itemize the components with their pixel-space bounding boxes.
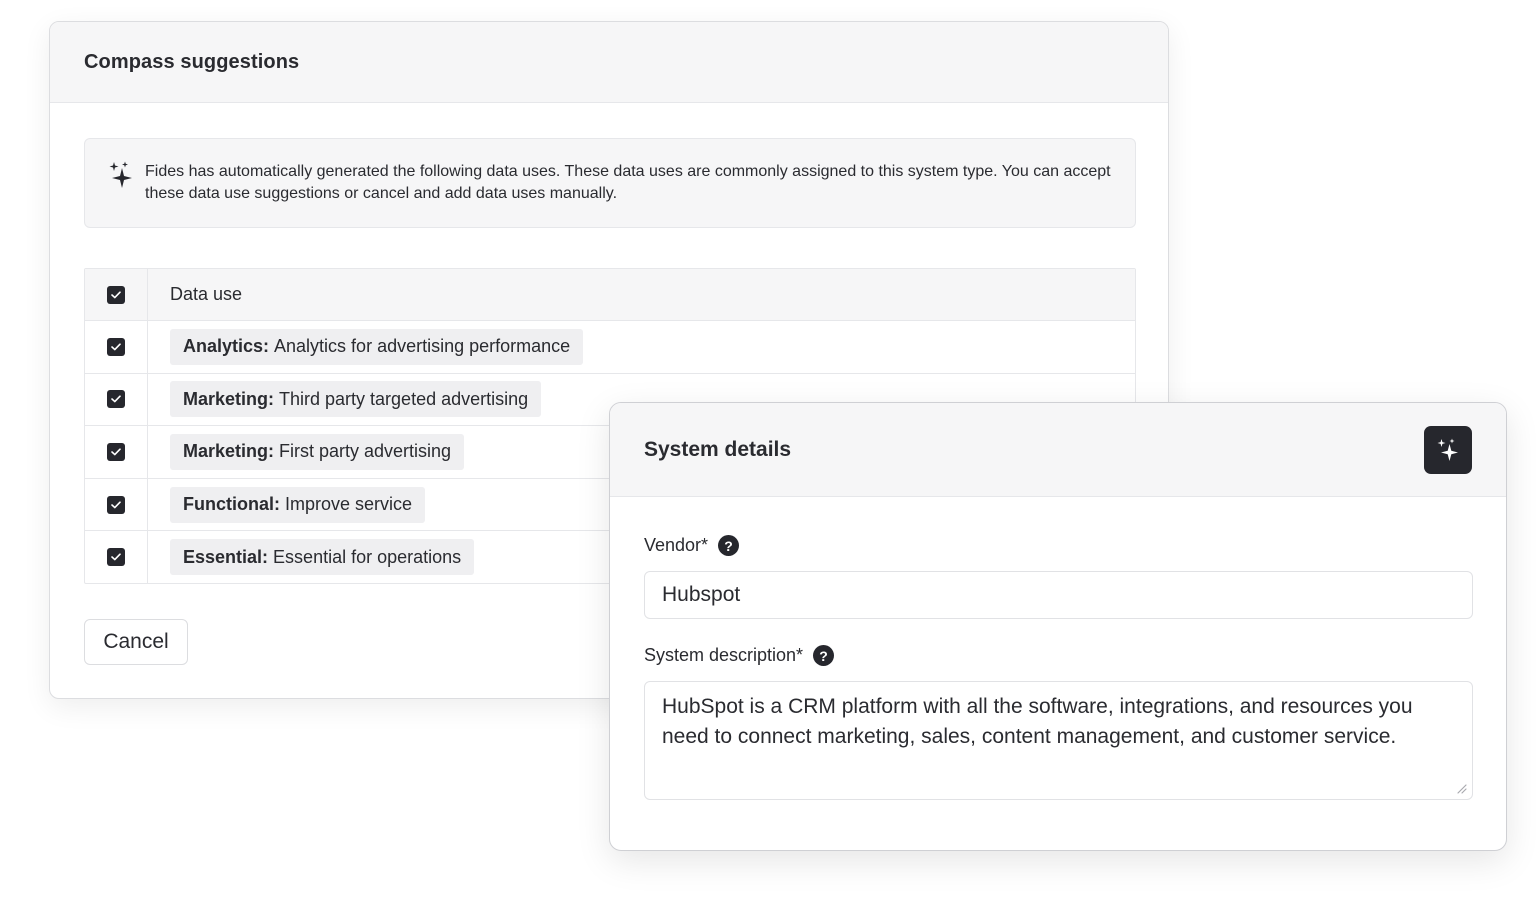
row-checkbox[interactable] xyxy=(107,337,125,356)
sparkles-icon xyxy=(1437,438,1458,461)
table-row: Analytics: Analytics for advertising perf… xyxy=(85,320,1135,373)
compass-header: Compass suggestions xyxy=(50,22,1168,103)
header-cell: Data use xyxy=(148,269,1135,320)
data-use-category: Essential: xyxy=(183,546,269,567)
question-circle-icon[interactable]: ? xyxy=(813,645,835,666)
data-use-tag: Analytics: Analytics for advertising perf… xyxy=(170,328,584,365)
row-checkbox[interactable] xyxy=(107,548,125,567)
select-all-checkbox[interactable] xyxy=(107,285,125,304)
row-check-cell xyxy=(85,426,148,478)
system-details-panel: System details Vendor* ? Hubspot System … xyxy=(609,402,1507,851)
data-use-cell: Analytics: Analytics for advertising perf… xyxy=(148,321,1135,373)
data-use-category: Analytics: xyxy=(183,336,270,357)
vendor-label: Vendor* ? xyxy=(644,535,740,556)
row-checkbox[interactable] xyxy=(107,390,125,409)
system-title: System details xyxy=(644,437,792,461)
data-use-category: Marketing: xyxy=(183,388,275,409)
data-use-category: Functional: xyxy=(183,494,280,515)
system-description-textarea[interactable]: HubSpot is a CRM platform with all the s… xyxy=(644,681,1473,800)
data-use-description: First party advertising xyxy=(279,441,452,462)
row-check-cell xyxy=(85,531,148,583)
compass-title: Compass suggestions xyxy=(84,50,300,73)
data-use-description: Third party targeted advertising xyxy=(279,388,529,409)
checkmark-icon xyxy=(111,448,121,456)
row-checkbox[interactable] xyxy=(107,495,125,514)
select-all-cell xyxy=(85,269,148,320)
data-use-description: Analytics for advertising performance xyxy=(274,336,571,357)
system-description-label-text: System description* xyxy=(644,645,804,665)
row-check-cell xyxy=(85,478,148,531)
row-checkbox[interactable] xyxy=(107,442,125,461)
data-use-tag: Essential: Essential for operations xyxy=(170,539,475,576)
stage: Compass suggestions Fides has automatica… xyxy=(0,0,1536,900)
data-use-description: Essential for operations xyxy=(273,546,462,567)
row-check-cell xyxy=(85,321,148,373)
cancel-button[interactable]: Cancel xyxy=(84,619,188,665)
info-alert: Fides has automatically generated the fo… xyxy=(84,138,1136,228)
compass-suggest-button[interactable] xyxy=(1424,425,1472,474)
column-header-data-use: Data use xyxy=(170,284,243,304)
vendor-label-text: Vendor* xyxy=(644,535,709,555)
system-description-value: HubSpot is a CRM platform with all the s… xyxy=(662,695,1413,748)
question-circle-icon[interactable]: ? xyxy=(718,535,740,556)
system-header: System details xyxy=(610,403,1506,497)
checkmark-icon xyxy=(111,395,121,403)
row-check-cell xyxy=(85,373,148,426)
data-use-tag: Functional: Improve service xyxy=(170,486,426,523)
data-use-description: Improve service xyxy=(285,494,413,515)
vendor-input-value: Hubspot xyxy=(662,583,741,606)
data-use-category: Marketing: xyxy=(183,441,275,462)
table-header-row: Data use xyxy=(85,269,1135,320)
sparkles-icon xyxy=(109,161,132,188)
checkmark-icon xyxy=(111,290,121,298)
data-use-tag: Marketing: Third party targeted advertisi… xyxy=(170,381,542,418)
system-description-label: System description* ? xyxy=(644,645,835,666)
vendor-input[interactable]: Hubspot xyxy=(644,571,1473,619)
checkmark-icon xyxy=(111,343,121,351)
data-use-tag: Marketing: First party advertising xyxy=(170,433,465,470)
checkmark-icon xyxy=(111,500,121,508)
resize-handle-icon[interactable] xyxy=(1456,783,1467,794)
info-text: Fides has automatically generated the fo… xyxy=(145,163,1111,202)
checkmark-icon xyxy=(111,553,121,561)
